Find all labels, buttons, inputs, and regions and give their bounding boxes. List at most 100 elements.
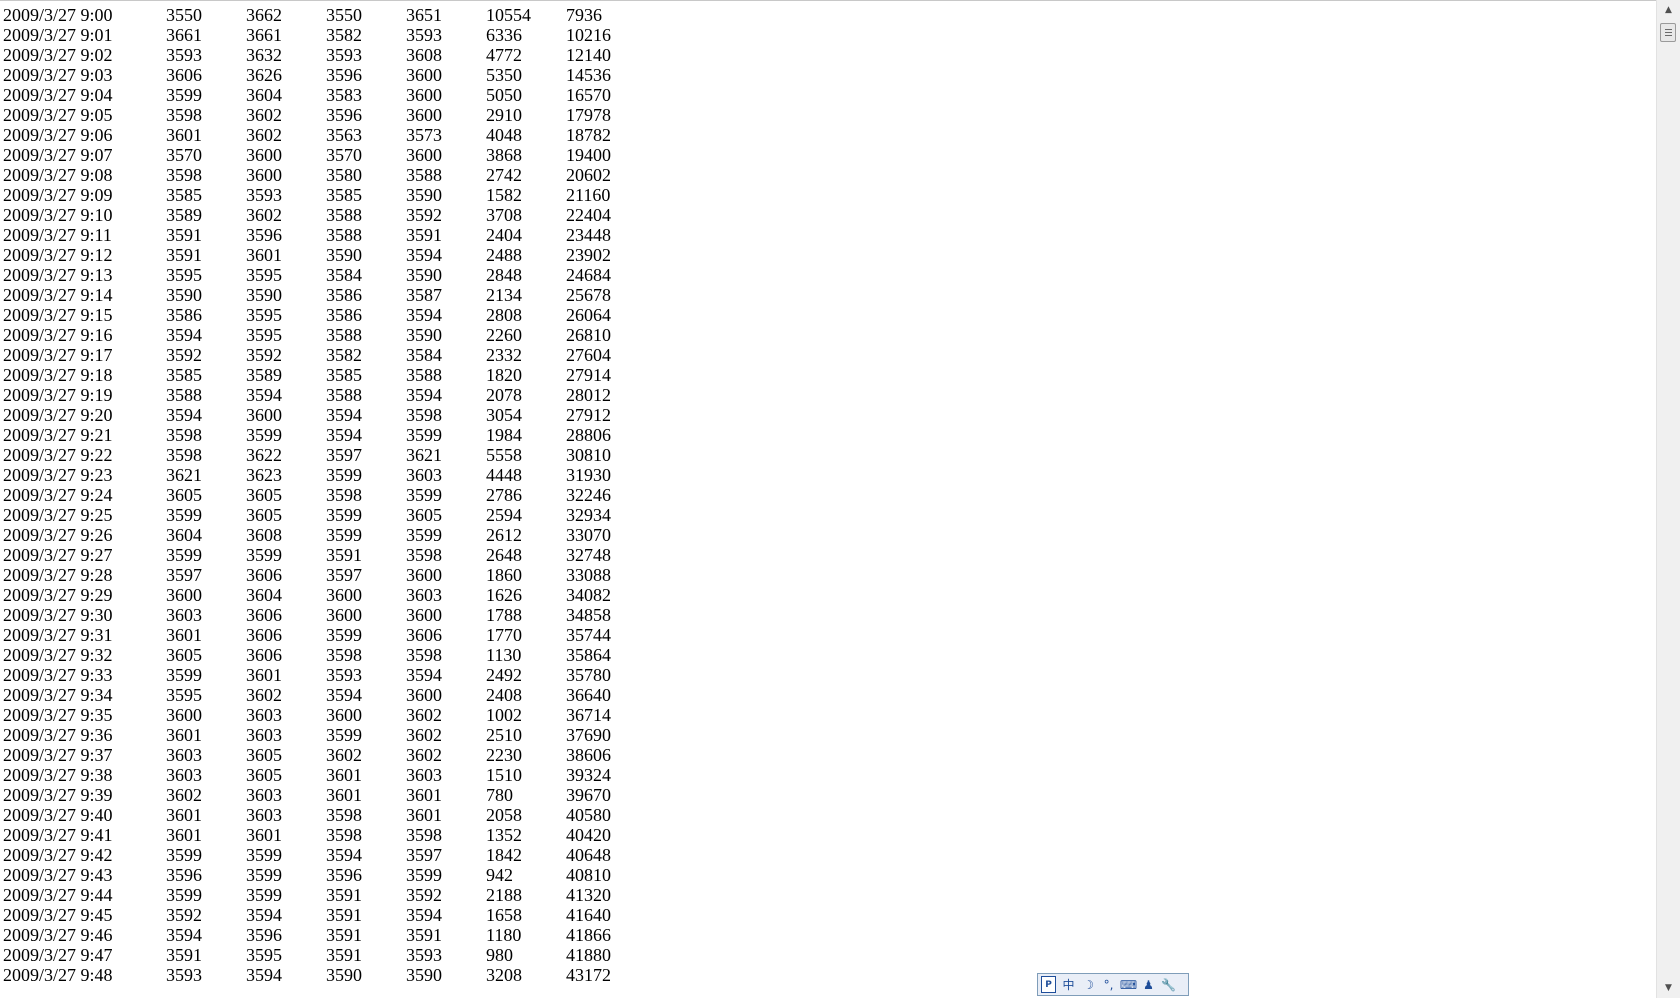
half-width-moon-icon[interactable]: ☽ (1081, 976, 1096, 993)
high-cell: 3605 (246, 505, 282, 525)
open-cell: 3593 (166, 965, 202, 985)
open-cell: 3599 (166, 845, 202, 865)
high-cell: 3603 (246, 705, 282, 725)
scroll-thumb[interactable] (1660, 23, 1676, 42)
close-cell: 3590 (406, 265, 442, 285)
low-cell: 3598 (326, 485, 362, 505)
open-cell: 3586 (166, 305, 202, 325)
close-cell: 3592 (406, 205, 442, 225)
low-cell: 3596 (326, 865, 362, 885)
close-cell: 3588 (406, 165, 442, 185)
volume-cell: 2510 (486, 725, 522, 745)
high-cell: 3590 (246, 285, 282, 305)
low-cell: 3584 (326, 265, 362, 285)
high-cell: 3604 (246, 85, 282, 105)
datetime-cell: 2009/3/27 9:17 (3, 345, 113, 365)
open-cell: 3605 (166, 645, 202, 665)
high-cell: 3605 (246, 745, 282, 765)
open-interest-cell: 36714 (566, 705, 611, 725)
data-row: 2009/3/27 9:46 3594 3596 3591 3591 1180 41866 (3, 925, 646, 945)
high-cell: 3632 (246, 45, 282, 65)
open-interest-cell: 32934 (566, 505, 611, 525)
datetime-cell: 2009/3/27 9:30 (3, 605, 113, 625)
close-cell: 3592 (406, 885, 442, 905)
datetime-cell: 2009/3/27 9:06 (3, 125, 113, 145)
data-row: 2009/3/27 9:33 3599 3601 3593 3594 2492 35780 (3, 665, 646, 685)
volume-cell: 1510 (486, 765, 522, 785)
chinese-mode-icon[interactable]: 中 (1061, 976, 1076, 993)
high-cell: 3603 (246, 805, 282, 825)
datetime-cell: 2009/3/27 9:07 (3, 145, 113, 165)
open-interest-cell: 39670 (566, 785, 611, 805)
low-cell: 3598 (326, 645, 362, 665)
open-cell: 3588 (166, 385, 202, 405)
scroll-down-arrow-icon[interactable]: ▼ (1657, 979, 1680, 997)
open-cell: 3601 (166, 805, 202, 825)
volume-cell: 2404 (486, 225, 522, 245)
open-cell: 3602 (166, 785, 202, 805)
low-cell: 3590 (326, 245, 362, 265)
close-cell: 3599 (406, 485, 442, 505)
data-row: 2009/3/27 9:10 3589 3602 3588 3592 3708 22404 (3, 205, 646, 225)
high-cell: 3661 (246, 25, 282, 45)
open-interest-cell: 18782 (566, 125, 611, 145)
datetime-cell: 2009/3/27 9:38 (3, 765, 113, 785)
close-cell: 3590 (406, 965, 442, 985)
open-interest-cell: 41320 (566, 885, 611, 905)
volume-cell: 10554 (486, 5, 531, 25)
open-interest-cell: 37690 (566, 725, 611, 745)
low-cell: 3601 (326, 765, 362, 785)
low-cell: 3599 (326, 625, 362, 645)
datetime-cell: 2009/3/27 9:36 (3, 725, 113, 745)
data-row: 2009/3/27 9:34 3595 3602 3594 3600 2408 36640 (3, 685, 646, 705)
low-cell: 3594 (326, 405, 362, 425)
close-cell: 3584 (406, 345, 442, 365)
open-cell: 3605 (166, 485, 202, 505)
close-cell: 3651 (406, 5, 442, 25)
open-interest-cell: 40810 (566, 865, 611, 885)
open-interest-cell: 22404 (566, 205, 611, 225)
volume-cell: 1130 (486, 645, 522, 665)
ime-toolbar[interactable]: P 中 ☽ °, ⌨ ♟ 🔧 (1037, 973, 1189, 996)
open-cell: 3598 (166, 105, 202, 125)
settings-wrench-icon[interactable]: 🔧 (1161, 976, 1176, 993)
low-cell: 3550 (326, 5, 362, 25)
text-document-view[interactable]: 2009/3/27 9:00 3550 3662 3550 3651 10554 7936 2… (0, 0, 1656, 998)
datetime-cell: 2009/3/27 9:04 (3, 85, 113, 105)
ime-logo-icon[interactable]: P (1041, 976, 1056, 993)
close-cell: 3600 (406, 685, 442, 705)
close-cell: 3602 (406, 705, 442, 725)
low-cell: 3585 (326, 185, 362, 205)
soft-keyboard-icon[interactable]: ⌨ (1120, 976, 1137, 993)
vertical-scrollbar[interactable]: ▲ ▼ (1656, 0, 1680, 998)
open-interest-cell: 26810 (566, 325, 611, 345)
datetime-cell: 2009/3/27 9:12 (3, 245, 113, 265)
open-cell: 3599 (166, 85, 202, 105)
open-cell: 3601 (166, 825, 202, 845)
volume-cell: 2808 (486, 305, 522, 325)
high-cell: 3595 (246, 945, 282, 965)
user-icon[interactable]: ♟ (1141, 976, 1156, 993)
open-interest-cell: 27912 (566, 405, 611, 425)
volume-cell: 2910 (486, 105, 522, 125)
scroll-up-arrow-icon[interactable]: ▲ (1657, 1, 1680, 19)
low-cell: 3585 (326, 365, 362, 385)
data-rows: 2009/3/27 9:00 3550 3662 3550 3651 10554 7936 2… (3, 5, 646, 985)
high-cell: 3600 (246, 405, 282, 425)
punctuation-icon[interactable]: °, (1101, 976, 1116, 993)
datetime-cell: 2009/3/27 9:40 (3, 805, 113, 825)
high-cell: 3596 (246, 925, 282, 945)
open-cell: 3595 (166, 685, 202, 705)
data-row: 2009/3/27 9:16 3594 3595 3588 3590 2260 26810 (3, 325, 646, 345)
low-cell: 3594 (326, 685, 362, 705)
open-cell: 3601 (166, 625, 202, 645)
datetime-cell: 2009/3/27 9:03 (3, 65, 113, 85)
volume-cell: 5050 (486, 85, 522, 105)
data-row: 2009/3/27 9:44 3599 3599 3591 3592 2188 41320 (3, 885, 646, 905)
data-row: 2009/3/27 9:18 3585 3589 3585 3588 1820 27914 (3, 365, 646, 385)
high-cell: 3602 (246, 205, 282, 225)
low-cell: 3590 (326, 965, 362, 985)
datetime-cell: 2009/3/27 9:27 (3, 545, 113, 565)
data-row: 2009/3/27 9:32 3605 3606 3598 3598 1130 35864 (3, 645, 646, 665)
data-row: 2009/3/27 9:36 3601 3603 3599 3602 2510 37690 (3, 725, 646, 745)
